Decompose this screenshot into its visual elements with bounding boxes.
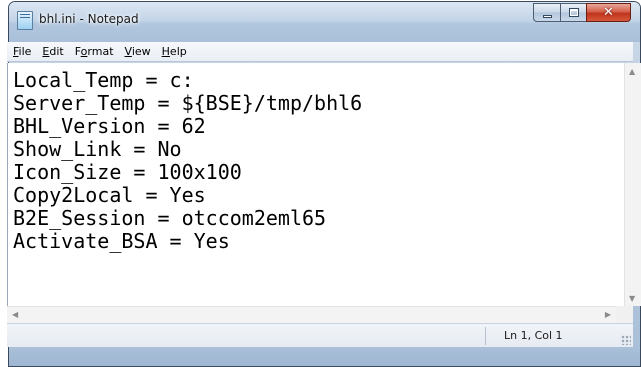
vertical-scrollbar[interactable]: ▲ ▼ xyxy=(624,63,641,306)
text-line: BHL_Version = 62 xyxy=(13,114,206,138)
scroll-right-icon[interactable]: ▶ xyxy=(605,310,611,319)
text-line: Local_Temp = c: xyxy=(13,68,194,92)
status-bar: Ln 1, Col 1 xyxy=(7,323,633,347)
text-line: B2E_Session = otccom2eml65 xyxy=(13,206,327,230)
maximize-icon xyxy=(569,8,579,17)
editor-content[interactable]: Local_Temp = c: Server_Temp = ${BSE}/tmp… xyxy=(13,69,615,253)
resize-grip-icon[interactable] xyxy=(621,335,631,345)
horizontal-scrollbar[interactable]: ◀ ▶ xyxy=(7,306,616,323)
text-line: Show_Link = No xyxy=(13,137,182,161)
text-line: Activate_BSA = Yes xyxy=(13,229,230,253)
text-line: Server_Temp = ${BSE}/tmp/bhl6 xyxy=(13,91,363,115)
caption-buttons: ✕ xyxy=(533,3,631,22)
cursor-position: Ln 1, Col 1 xyxy=(504,329,563,342)
menu-edit[interactable]: Edit xyxy=(42,45,63,58)
menu-view[interactable]: View xyxy=(125,45,151,58)
menu-format[interactable]: Format xyxy=(75,45,114,58)
scroll-up-icon[interactable]: ▲ xyxy=(629,67,635,76)
scroll-down-icon[interactable]: ▼ xyxy=(629,294,635,303)
text-line: Copy2Local = Yes xyxy=(13,183,206,207)
menu-help[interactable]: Help xyxy=(162,45,187,58)
close-button[interactable]: ✕ xyxy=(586,3,631,22)
window-title: bhl.ini - Notepad xyxy=(39,12,139,26)
menu-file[interactable]: File xyxy=(13,45,31,58)
text-editor[interactable]: Local_Temp = c: Server_Temp = ${BSE}/tmp… xyxy=(7,63,633,306)
notepad-icon[interactable] xyxy=(17,11,33,30)
maximize-button[interactable] xyxy=(560,3,586,22)
scrollbar-corner xyxy=(616,306,633,323)
title-bar[interactable]: bhl.ini - Notepad ✕ xyxy=(9,2,640,42)
minimize-icon xyxy=(543,15,552,18)
minimize-button[interactable] xyxy=(533,3,560,22)
close-icon: ✕ xyxy=(603,5,614,20)
menu-bar: File Edit Format View Help xyxy=(7,42,633,62)
text-line: Icon_Size = 100x100 xyxy=(13,160,242,184)
scroll-left-icon[interactable]: ◀ xyxy=(12,310,18,319)
status-divider xyxy=(485,327,486,345)
window-frame-bottom xyxy=(9,349,640,366)
